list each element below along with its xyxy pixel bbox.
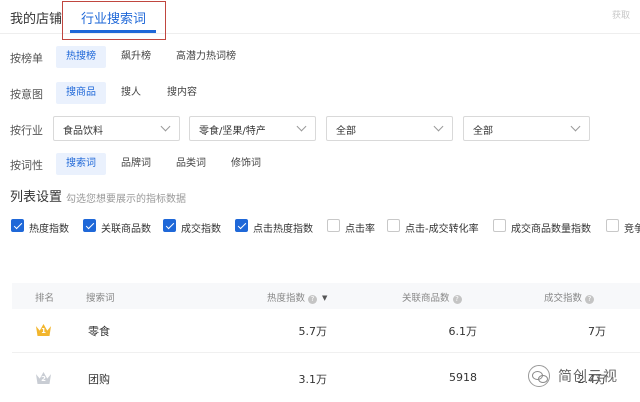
checkbox-label: 竞争 (624, 224, 640, 235)
header-deal-index[interactable]: 成交指数? (544, 290, 595, 304)
table-row[interactable]: 1 零食 5.7万 6.1万 7万 (12, 310, 640, 350)
header-deal-label: 成交指数 (544, 293, 583, 304)
tab-my-store[interactable]: 我的店铺 (10, 8, 62, 27)
chip-search-word[interactable]: 搜索词 (56, 153, 106, 175)
top-tabs: 我的店铺 行业搜索词 获取 (0, 0, 640, 40)
watermark-text: 简创云视 (558, 369, 618, 385)
question-icon[interactable]: ? (585, 295, 595, 304)
industry-select-3-value: 全部 (336, 126, 356, 137)
keyword-cell[interactable]: 团购 (88, 371, 110, 387)
faded-top-right-text: 获取 (611, 11, 630, 21)
checkbox-label: 成交商品数量指数 (511, 224, 591, 235)
checkbox-box[interactable] (163, 219, 176, 232)
industry-select-4[interactable]: 全部 (463, 116, 590, 141)
annotation-highlight-box (62, 1, 166, 40)
industry-select-2-value: 零食/坚果/特产 (199, 126, 266, 137)
chip-search-goods[interactable]: 搜商品 (56, 82, 106, 104)
wechat-icon (528, 365, 550, 387)
checkbox-box[interactable] (387, 219, 400, 232)
header-keyword: 搜索词 (86, 293, 115, 304)
chip-modifier-word[interactable]: 修饰词 (221, 153, 271, 175)
checkbox-label: 点击热度指数 (253, 224, 313, 235)
chevron-down-icon (433, 121, 444, 132)
header-related-label: 关联商品数 (402, 293, 450, 304)
heat-index-cell: 5.7万 (298, 325, 328, 338)
deal-index-cell: 7万 (588, 325, 606, 338)
watermark: 简创云视 (522, 362, 640, 390)
related-goods-cell: 6.1万 (448, 325, 478, 338)
question-icon[interactable]: ? (308, 295, 318, 304)
checkbox-box[interactable] (83, 219, 96, 232)
chevron-down-icon (160, 121, 171, 132)
industry-select-3[interactable]: 全部 (326, 116, 453, 141)
filter-label-industry: 按行业 (10, 124, 43, 137)
industry-select-1-value: 食品饮料 (63, 126, 103, 137)
header-heat-label: 热度指数 (267, 293, 306, 304)
sort-desc-icon[interactable]: ▼ (322, 294, 327, 302)
rank-number: 2 (41, 375, 46, 383)
list-settings-title: 列表设置 (10, 190, 63, 205)
chevron-down-icon (296, 121, 307, 132)
filter-label-list: 按榜单 (10, 52, 43, 65)
chip-high-potential[interactable]: 高潜力热词榜 (166, 46, 246, 68)
filter-label-intent: 按意图 (10, 88, 43, 101)
filter-label-wordtype: 按词性 (10, 159, 43, 172)
checkbox-box[interactable] (11, 219, 24, 232)
filter-row-intent: 按意图 搜商品 搜人 搜内容 (0, 80, 640, 106)
chip-hot-search[interactable]: 热搜榜 (56, 46, 106, 68)
industry-select-2[interactable]: 零食/坚果/特产 (189, 116, 316, 141)
checkbox-box[interactable] (327, 219, 340, 232)
checkbox-box[interactable] (606, 219, 619, 232)
question-icon[interactable]: ? (452, 295, 462, 304)
chip-search-content[interactable]: 搜内容 (157, 82, 207, 104)
crown-icon: 1 (36, 324, 51, 336)
checkbox-box[interactable] (493, 219, 506, 232)
chip-category-word[interactable]: 品类词 (166, 153, 216, 175)
header-heat-index[interactable]: 热度指数? ▼ (267, 290, 327, 304)
checkbox-box[interactable] (235, 219, 248, 232)
filter-row-industry: 按行业 食品饮料 零食/坚果/特产 全部 全部 (0, 116, 640, 142)
metric-checkbox-row: 热度指数 关联商品数 成交指数 点击热度指数 点击率 点击-成交转化率 成交商品… (0, 216, 640, 236)
checkbox-label: 成交指数 (181, 224, 221, 235)
chip-brand-word[interactable]: 品牌词 (111, 153, 161, 175)
industry-select-1[interactable]: 食品饮料 (53, 116, 180, 141)
industry-select-4-value: 全部 (473, 126, 493, 137)
keyword-cell[interactable]: 零食 (88, 323, 110, 339)
table-header: 排名 搜索词 热度指数? ▼ 关联商品数? 成交指数? (12, 283, 640, 309)
list-settings-hint: 勾选您想要展示的指标数据 (66, 194, 186, 205)
header-related-goods[interactable]: 关联商品数? (402, 290, 462, 304)
row-divider (12, 352, 640, 353)
filter-row-list: 按榜单 热搜榜 飙升榜 高潜力热词榜 (0, 44, 640, 70)
checkbox-label: 关联商品数 (101, 224, 151, 235)
checkbox-label: 点击率 (345, 224, 375, 235)
chevron-down-icon (570, 121, 581, 132)
checkbox-label: 点击-成交转化率 (405, 224, 479, 235)
chip-rising[interactable]: 飙升榜 (111, 46, 161, 68)
heat-index-cell: 3.1万 (298, 373, 328, 386)
header-rank: 排名 (35, 293, 55, 304)
checkbox-label: 热度指数 (29, 224, 69, 235)
chip-search-people[interactable]: 搜人 (111, 82, 151, 104)
filter-row-wordtype: 按词性 搜索词 品牌词 品类词 修饰词 (0, 151, 640, 177)
rank-number: 1 (41, 327, 46, 335)
related-goods-cell: 5918 (449, 371, 477, 384)
crown-icon: 2 (36, 372, 51, 384)
